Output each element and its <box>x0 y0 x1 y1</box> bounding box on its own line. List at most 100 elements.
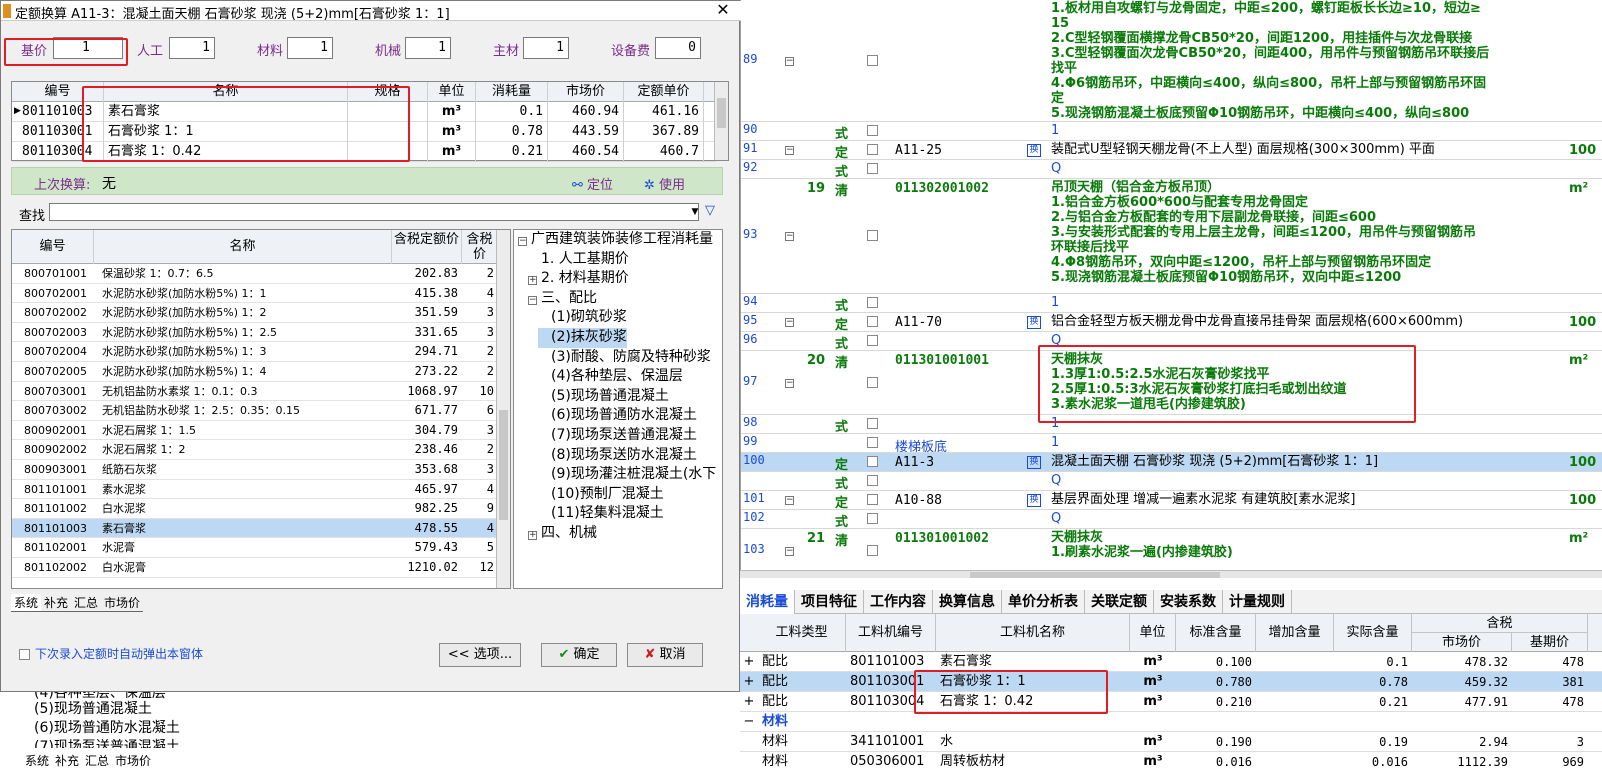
row-checkbox[interactable] <box>867 230 878 241</box>
tree-node[interactable]: + 四、机械 <box>528 524 597 544</box>
column-header[interactable]: 基期价 <box>1512 633 1588 652</box>
grid-row[interactable]: 102 式 Q <box>741 510 1602 529</box>
row-checkbox[interactable] <box>867 513 878 524</box>
library-row[interactable]: 800701001 保温砂浆 1：0.7：6.5 202.83 2 <box>12 264 498 284</box>
tab-6[interactable]: 安装系数 <box>1154 590 1223 614</box>
composition-row[interactable]: 801103004 石膏浆 1：0.42 m³ 0.21 460.54 460.7 <box>12 142 716 162</box>
grid-row[interactable]: 100 定 A11-3 100 换混凝土面天棚 石膏砂浆 现浇 (5+2)mm[石膏砂浆… <box>741 453 1602 472</box>
item-description[interactable]: 混凝土面天棚 石膏砂浆 现浇 (5+2)mm[石膏砂浆 1：1] <box>1049 453 1569 471</box>
grid-row[interactable]: 101 定 A10-88 100 − 换基层界面处理 增减一遍素水泥浆 有建筑胶[素水泥浆… <box>741 491 1602 510</box>
tab-market-price[interactable]: 市场价 <box>112 752 154 769</box>
tab-3[interactable]: 换算信息 <box>933 590 1002 614</box>
expand-toggle-icon[interactable]: − <box>528 295 537 305</box>
grid-row[interactable]: 92 式 Q <box>741 160 1602 179</box>
column-header[interactable]: 标准含量 <box>1176 614 1256 652</box>
library-row[interactable]: 800702004 水泥防水砂浆(加防水粉5%) 1：3 294.71 2 <box>12 342 498 362</box>
consumption-row[interactable]: 材料 341101001 水 m³ 0.190 0.19 2.94 3 <box>740 732 1602 752</box>
row-checkbox[interactable] <box>867 437 878 448</box>
expand-toggle-icon[interactable]: − <box>785 378 794 388</box>
expand-toggle-icon[interactable] <box>740 732 758 752</box>
tab-0[interactable]: 消耗量 <box>740 590 795 614</box>
column-header[interactable]: 单位 <box>1130 614 1176 652</box>
cancel-button[interactable]: ✘ 取消 <box>627 643 703 667</box>
tree-node[interactable]: +2. 材料基期价 <box>528 269 629 289</box>
item-description[interactable]: 1 <box>1049 294 1569 312</box>
row-checkbox[interactable] <box>867 456 878 467</box>
grid-row[interactable]: 95 定 A11-70 100 − 换铝合金轻型方板天棚龙骨中龙骨直接吊挂骨架 面层规格(… <box>741 313 1602 332</box>
tab-1[interactable]: 项目特征 <box>795 590 864 614</box>
tab-2[interactable]: 工作内容 <box>864 590 933 614</box>
column-header[interactable]: 编号 <box>12 230 94 264</box>
column-header[interactable]: 定额单价 <box>624 82 704 102</box>
column-header[interactable]: 含税定额价 <box>392 230 462 264</box>
item-description[interactable]: 1 <box>1049 415 1569 433</box>
tree-item[interactable]: (7)现场泵送普通混凝土 <box>34 736 180 748</box>
library-row[interactable]: 800702001 水泥防水砂浆(加防水粉5%) 1：1 415.38 4 <box>12 284 498 304</box>
tree-node[interactable]: − 三、配比 <box>528 289 597 309</box>
composition-row[interactable]: 801103001 石膏砂浆 1：1 m³ 0.78 443.59 367.89 <box>12 122 716 142</box>
consumption-row[interactable]: + 配比 801103004 石膏浆 1：0.42 m³ 0.210 0.21 477.91 4… <box>740 692 1602 712</box>
tab-market-price[interactable]: 市场价 <box>101 594 144 612</box>
row-checkbox[interactable] <box>867 335 878 346</box>
row-checkbox[interactable] <box>867 544 878 556</box>
grid-row[interactable]: 94 式 1 <box>741 294 1602 313</box>
library-row[interactable]: 800703001 无机铝盐防水素浆 1：0.1：0.3 1068.97 10 <box>12 382 498 402</box>
item-description[interactable]: 基层界面处理 增减一遍素水泥浆 有建筑胶[素水泥浆] <box>1049 491 1569 509</box>
grid-row[interactable]: 97 20 清 011301001001 m² − 天棚抹灰 1.3厚1:0.5:2.5水泥石… <box>741 351 1602 415</box>
tab-supplement[interactable]: 补充 <box>41 594 72 612</box>
tree-node[interactable]: (9)现场灌注桩混凝土(水下 <box>538 465 716 485</box>
tab-system[interactable]: 系统 <box>22 752 53 769</box>
row-checkbox[interactable] <box>867 376 878 388</box>
locate-button[interactable]: ⚯ 定位 <box>572 174 613 193</box>
tree-node[interactable]: (1)砌筑砂浆 <box>538 308 627 328</box>
dialog-titlebar[interactable]: 定额换算 A11-3：混凝土面天棚 石膏砂浆 现浇 (5+2)mm[石膏砂浆 1… <box>1 1 741 22</box>
vertical-scrollbar[interactable] <box>496 230 510 588</box>
tree-node[interactable]: (5)现场普通混凝土 <box>538 387 669 407</box>
expand-toggle-icon[interactable]: − <box>785 318 794 327</box>
expand-toggle-icon[interactable]: − <box>785 146 794 155</box>
chevron-down-icon[interactable]: ▼ <box>689 204 701 220</box>
column-header[interactable]: 单位 <box>428 82 476 102</box>
item-description[interactable]: 铝合金轻型方板天棚龙骨中龙骨直接吊挂骨架 面层规格(600×600mm) <box>1049 313 1569 331</box>
tab-summary[interactable]: 汇总 <box>82 752 112 769</box>
consumption-row[interactable]: − 材料 <box>740 712 1602 732</box>
vertical-scrollbar[interactable] <box>714 82 728 160</box>
tree-item[interactable]: (5)现场普通混凝土 <box>34 698 152 718</box>
tree-node[interactable]: (11)轻集料混凝土 <box>538 504 664 524</box>
coef-input-labor[interactable]: 1 <box>169 37 215 59</box>
expand-toggle-icon[interactable]: + <box>740 672 758 692</box>
grid-row[interactable]: 99 楼梯板底 1 <box>741 434 1602 453</box>
library-row[interactable]: 800902001 水泥石屑浆 1：1.5 304.79 3 <box>12 421 498 441</box>
expand-toggle-icon[interactable]: − <box>740 712 758 732</box>
library-row[interactable]: 801102001 水泥膏 579.43 5 <box>12 538 498 558</box>
column-header[interactable]: 实际含量 <box>1334 614 1412 652</box>
close-icon[interactable]: ✕ <box>713 1 733 21</box>
coef-input-material[interactable]: 1 <box>287 37 333 59</box>
tab-5[interactable]: 关联定额 <box>1085 590 1154 614</box>
column-header[interactable]: 名称 <box>94 230 392 264</box>
tree-node[interactable]: (6)现场普通防水混凝土 <box>538 406 697 426</box>
consumption-row[interactable]: 材料 050306001 周转板枋材 m³ 0.016 0.016 1112.39 969 <box>740 752 1602 769</box>
row-checkbox[interactable] <box>867 475 878 486</box>
item-description[interactable]: 吊顶天棚（铝合金方板吊顶） 1.铝合金方板600*600与配套专用龙骨固定 2.与铝… <box>1049 179 1569 293</box>
expand-toggle-icon[interactable]: + <box>528 531 537 540</box>
grid-row[interactable]: 98 式 1 <box>741 415 1602 434</box>
library-row[interactable]: 800702002 水泥防水砂浆(加防水粉5%) 1：2 351.59 3 <box>12 303 498 323</box>
item-description[interactable]: 1 <box>1049 434 1569 452</box>
library-row[interactable]: 801102002 白水泥膏 1210.02 12 <box>12 558 498 578</box>
row-checkbox[interactable] <box>867 494 878 505</box>
tree-node[interactable]: (4)各种垫层、保温层 <box>538 367 683 387</box>
item-description[interactable]: 装配式U型轻钢天棚龙骨(不上人型) 面层规格(300×300mm) 平面 <box>1049 141 1569 159</box>
column-header[interactable]: 含税价 <box>462 230 498 264</box>
column-header[interactable]: 工料类型 <box>758 614 846 652</box>
auto-popup-checkbox[interactable] <box>19 649 30 660</box>
row-checkbox[interactable] <box>867 163 878 174</box>
coef-input-machine[interactable]: 1 <box>405 37 451 59</box>
item-description[interactable]: Q <box>1049 472 1569 490</box>
expand-toggle-icon[interactable]: − <box>785 546 794 556</box>
search-input[interactable] <box>49 203 699 221</box>
grid-row[interactable]: 91 定 A11-25 100 − 换装配式U型轻钢天棚龙骨(不上人型) 面层规格(300… <box>741 141 1602 160</box>
row-checkbox[interactable] <box>867 144 878 155</box>
column-header[interactable]: 增加含量 <box>1256 614 1334 652</box>
column-header[interactable]: 规格 <box>348 82 428 102</box>
